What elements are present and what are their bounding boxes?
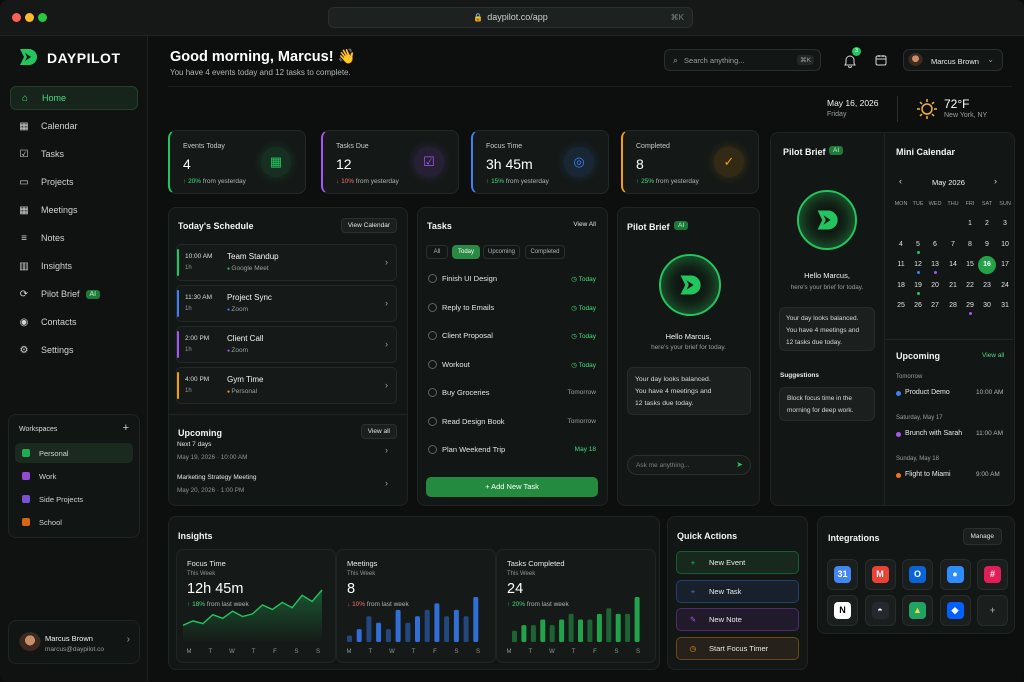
bar [395, 609, 401, 642]
dropbox-icon[interactable]: ◆ [939, 595, 971, 626]
integration-glyph: + [984, 602, 1001, 619]
manage-integrations-button[interactable]: Manage [962, 528, 1002, 545]
bar [434, 603, 440, 642]
bar [512, 630, 517, 643]
quick-action-icon: ✎ [689, 615, 697, 624]
bar [625, 613, 631, 642]
quick-action-label: New Task [709, 586, 742, 596]
quick-action-new-note[interactable]: ✎ New Note [676, 608, 799, 631]
bar [347, 635, 352, 642]
bar [615, 613, 621, 642]
bar [521, 625, 527, 642]
gmail-icon[interactable]: M [864, 559, 896, 590]
bar [463, 616, 469, 642]
bar [473, 597, 479, 642]
integration-glyph: ● [946, 566, 964, 583]
quick-actions-title: Quick Actions [677, 531, 738, 541]
github-icon[interactable]: ◓ [864, 595, 896, 626]
bar [356, 629, 362, 642]
integration-glyph: N [834, 602, 851, 619]
bar [549, 625, 555, 642]
zoom-icon[interactable]: ● [939, 559, 971, 590]
slack-icon[interactable]: # [977, 559, 1008, 590]
notion-icon[interactable]: N [827, 595, 858, 626]
quick-action-label: New Note [709, 615, 742, 624]
bar [405, 622, 411, 642]
bar [596, 613, 602, 642]
integration-glyph: # [984, 566, 1001, 583]
bar [453, 609, 459, 642]
quick-action-icon: + [690, 558, 696, 567]
integration-glyph: ◆ [946, 602, 964, 619]
quick-action-start-focus-timer[interactable]: ◷ Start Focus Timer [676, 636, 799, 660]
quick-action-icon: + [690, 586, 696, 596]
integration-glyph: M [871, 566, 889, 583]
integration-glyph: O [909, 566, 926, 583]
bar [634, 597, 640, 642]
quick-action-new-event[interactable]: + New Event [676, 551, 799, 574]
bar [366, 616, 372, 642]
focus-area-fill [183, 590, 322, 643]
bar [559, 619, 565, 642]
integrations-title: Integrations [828, 533, 880, 543]
bar [587, 619, 593, 642]
bar [376, 622, 382, 642]
bar [568, 613, 574, 642]
quick-action-label: New Event [709, 558, 746, 567]
outlook-icon[interactable]: O [902, 559, 933, 590]
app-window: 🔒 daypilot.co/app ⌘K DAYPILOT ⌂ Home ▦ Calen… [0, 0, 1024, 682]
quick-action-label: Start Focus Timer [709, 643, 769, 653]
quick-action-new-task[interactable]: + New Task [676, 579, 799, 603]
integration-glyph: ◓ [871, 602, 889, 619]
integration-glyph: ▲ [909, 602, 926, 619]
quick-action-icon: ◷ [689, 643, 697, 653]
bar [530, 625, 536, 642]
bar [444, 616, 450, 642]
bar [415, 616, 420, 642]
google-calendar-icon[interactable]: 31 [827, 559, 858, 590]
bar [540, 619, 546, 642]
bar [424, 609, 430, 642]
bar [385, 629, 391, 642]
google-drive-icon[interactable]: ▲ [902, 595, 933, 626]
integration-glyph: 31 [834, 566, 851, 583]
bar [578, 619, 583, 642]
add-icon[interactable]: + [977, 595, 1008, 626]
bar [606, 608, 612, 643]
